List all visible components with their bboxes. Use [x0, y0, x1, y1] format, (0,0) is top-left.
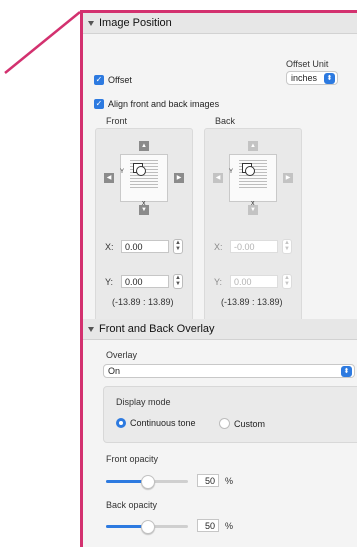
chevron-updown-icon: ⬍ [324, 72, 335, 84]
front-preview-thumbnail[interactable]: Y x [120, 154, 168, 207]
front-x-stepper[interactable]: ▲ ▼ [173, 239, 183, 254]
thumb-y-label: Y [120, 169, 125, 175]
back-x-stepper[interactable]: ▲ ▼ [282, 239, 292, 254]
display-mode-group: Display mode Continuous tone Custom [103, 386, 357, 443]
back-x-row: X: -0.00 ▲ ▼ [214, 239, 292, 254]
back-y-row: Y: 0.00 ▲ ▼ [214, 274, 292, 289]
back-x-label: X: [214, 241, 223, 252]
front-label: Front [106, 116, 128, 126]
radio-selected-icon [116, 418, 126, 428]
continuous-tone-label: Continuous tone [130, 418, 196, 428]
right-arrow-icon[interactable]: ▶ [174, 173, 184, 183]
back-opacity-unit: % [225, 521, 234, 531]
back-opacity-slider[interactable] [106, 520, 188, 534]
front-opacity-knob[interactable] [141, 475, 155, 489]
custom-radio[interactable]: Custom [219, 418, 265, 429]
front-opacity-unit: % [225, 476, 234, 486]
back-opacity-input[interactable]: 50 [197, 519, 219, 532]
thumb-x-label: x [142, 200, 146, 207]
image-position-header[interactable]: Image Position [83, 13, 357, 34]
back-range: (-13.89 : 13.89) [221, 297, 283, 307]
continuous-tone-radio[interactable]: Continuous tone [116, 418, 196, 428]
front-x-input[interactable]: 0.00 [121, 240, 169, 253]
front-y-input[interactable]: 0.00 [121, 275, 169, 288]
up-arrow-icon[interactable]: ▲ [139, 141, 149, 151]
checkmark-icon: ✓ [94, 99, 104, 109]
offset-label: Offset [108, 75, 132, 85]
back-preview-thumbnail[interactable]: Y x [229, 154, 277, 207]
settings-panel: Image Position Offset Unit inches ⬍ ✓ Of… [80, 10, 357, 547]
back-y-input[interactable]: 0.00 [230, 275, 278, 288]
anchor-circle-icon [136, 166, 146, 176]
up-arrow-icon[interactable]: ▲ [248, 141, 258, 151]
front-y-label: Y: [105, 276, 114, 287]
right-arrow-icon[interactable]: ▶ [283, 173, 293, 183]
overlay-section-title: Front and Back Overlay [99, 323, 215, 335]
radio-unselected-icon [219, 418, 230, 429]
offset-unit-value: inches [291, 73, 318, 83]
front-y-row: Y: 0.00 ▲ ▼ [105, 274, 183, 289]
checkmark-icon: ✓ [94, 75, 104, 85]
overlay-label: Overlay [106, 350, 138, 360]
overlay-section-header[interactable]: Front and Back Overlay [83, 319, 357, 340]
thumb-y-label: Y [229, 169, 234, 175]
front-opacity-slider[interactable] [106, 475, 188, 489]
back-opacity-label: Back opacity [106, 500, 158, 510]
disclosure-triangle-icon [88, 326, 94, 332]
back-label: Back [215, 116, 236, 126]
back-x-input[interactable]: -0.00 [230, 240, 278, 253]
offset-checkbox[interactable]: ✓ Offset [94, 75, 132, 85]
front-opacity-label: Front opacity [106, 454, 159, 464]
front-opacity-input[interactable]: 50 [197, 474, 219, 487]
custom-label: Custom [234, 418, 266, 429]
image-position-title: Image Position [99, 17, 172, 29]
left-arrow-icon[interactable]: ◀ [104, 173, 114, 183]
back-y-stepper[interactable]: ▲ ▼ [282, 274, 292, 289]
back-opacity-knob[interactable] [141, 520, 155, 534]
front-x-label: X: [105, 241, 114, 252]
align-label: Align front and back images [108, 99, 220, 109]
back-y-label: Y: [214, 276, 223, 287]
thumb-x-label: x [251, 200, 255, 207]
back-position-pad: ▲ ▼ ◀ ▶ Y x X: -0.00 ▲ ▼ Y: 0.00 ▲ ▼ (-13.… [204, 128, 302, 336]
front-x-row: X: 0.00 ▲ ▼ [105, 239, 183, 254]
chevron-updown-icon: ⬍ [341, 365, 352, 377]
offset-unit-label: Offset Unit [286, 59, 329, 69]
overlay-value: On [108, 366, 121, 376]
disclosure-triangle-icon [88, 20, 94, 26]
anchor-circle-icon [245, 166, 255, 176]
front-position-pad: ▲ ▼ ◀ ▶ Y x X: 0.00 ▲ ▼ Y: 0.00 ▲ ▼ (-13.8… [95, 128, 193, 336]
offset-unit-select[interactable]: inches ⬍ [286, 71, 338, 85]
left-arrow-icon[interactable]: ◀ [213, 173, 223, 183]
align-checkbox[interactable]: ✓ Align front and back images [94, 99, 219, 109]
front-y-stepper[interactable]: ▲ ▼ [173, 274, 183, 289]
overlay-select[interactable]: On ⬍ [103, 364, 355, 378]
front-range: (-13.89 : 13.89) [112, 297, 174, 307]
display-mode-label: Display mode [116, 397, 171, 407]
